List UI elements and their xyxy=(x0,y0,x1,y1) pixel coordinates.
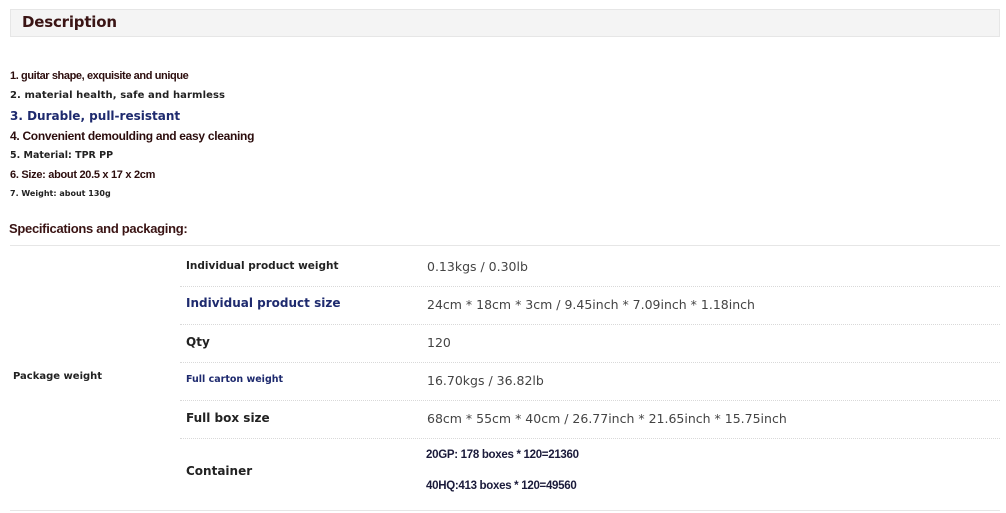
container-value: 20GP: 178 boxes * 120=21360 xyxy=(426,449,579,461)
table-bottom-divider xyxy=(10,510,1000,511)
row-divider xyxy=(180,362,1000,363)
spec-row-value: 68cm * 55cm * 40cm / 26.77inch * 21.65in… xyxy=(427,411,787,426)
row-divider xyxy=(180,400,1000,401)
spec-row-value: 120 xyxy=(427,335,451,350)
feature-item: 7. Weight: about 130g xyxy=(10,189,111,198)
specs-title: Specifications and packaging: xyxy=(9,221,188,236)
feature-item: 4. Convenient demoulding and easy cleani… xyxy=(10,129,255,143)
spec-row-value: 0.13kgs / 0.30lb xyxy=(427,259,528,274)
row-divider xyxy=(180,324,1000,325)
row-divider xyxy=(180,286,1000,287)
feature-item: 2. material health, safe and harmless xyxy=(10,90,226,101)
feature-item: 5. Material: TPR PP xyxy=(10,150,114,161)
container-label: Container xyxy=(186,464,253,478)
feature-item: 3. Durable, pull-resistant xyxy=(10,109,181,123)
spec-row-value: 16.70kgs / 36.82lb xyxy=(427,373,544,388)
spec-row-value: 24cm * 18cm * 3cm / 9.45inch * 7.09inch … xyxy=(427,297,755,312)
row-divider xyxy=(180,438,1000,439)
feature-item: 6. Size: about 20.5 x 17 x 2cm xyxy=(10,169,156,181)
spec-row-label: Full carton weight xyxy=(186,374,284,385)
spec-row-label: Full box size xyxy=(186,411,270,425)
description-title: Description xyxy=(22,13,117,31)
spec-row-label: Individual product weight xyxy=(186,260,339,272)
feature-item: 1. guitar shape, exquisite and unique xyxy=(10,70,189,82)
spec-row-label: Qty xyxy=(186,335,210,349)
container-value: 40HQ:413 boxes * 120=49560 xyxy=(426,480,577,492)
spec-row-label: Individual product size xyxy=(186,296,341,310)
package-weight-label: Package weight xyxy=(13,371,103,382)
table-top-divider xyxy=(10,245,1000,246)
description-header: Description xyxy=(10,9,1000,37)
